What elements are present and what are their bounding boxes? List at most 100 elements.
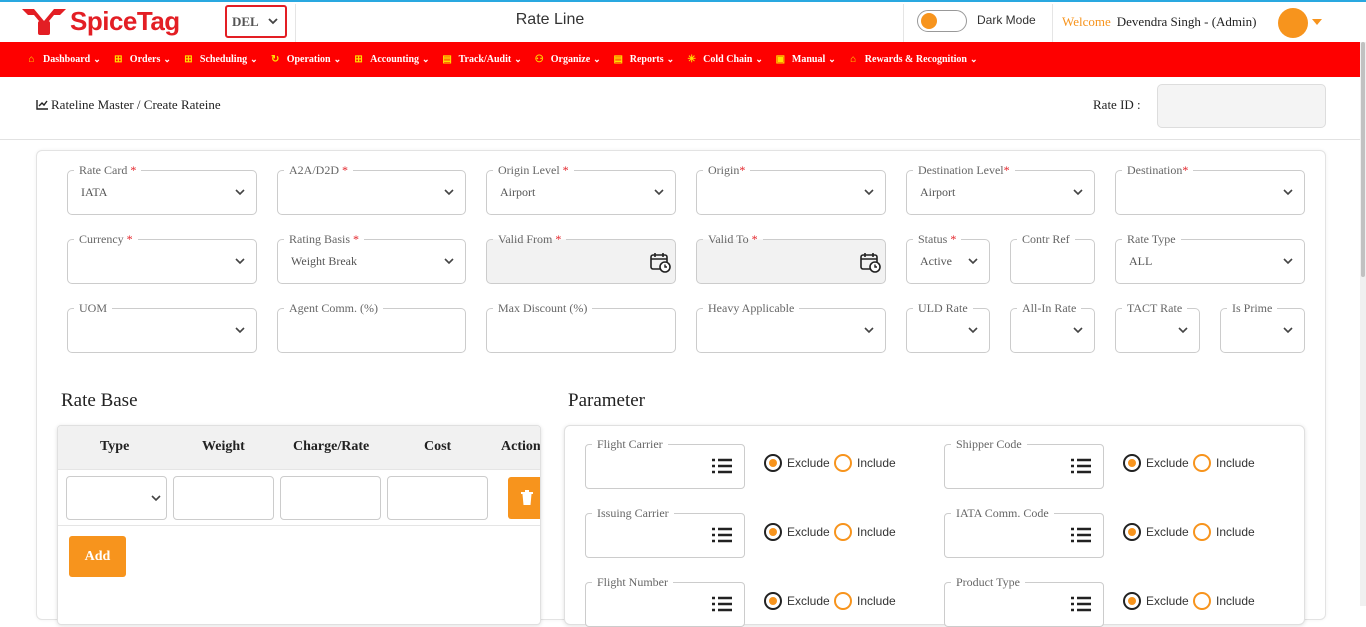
column-header-type: Type [100, 439, 130, 454]
avatar[interactable] [1278, 8, 1308, 38]
rate-card-select[interactable]: Rate Card * IATA [67, 163, 257, 215]
rate-base-title: Rate Base [61, 390, 138, 411]
is-prime-select[interactable]: Is Prime [1220, 301, 1305, 353]
valid-to-date[interactable]: Valid To * [696, 232, 886, 284]
product-type-field[interactable]: Product Type [944, 575, 1104, 627]
field-label: Origin* [703, 163, 751, 178]
product-type-exclude-radio[interactable]: Exclude [1123, 592, 1189, 610]
field-label: TACT Rate [1122, 301, 1188, 316]
uld-rate-select[interactable]: ULD Rate [906, 301, 990, 353]
breadcrumb-bar: Rateline Master / Create Rateine Rate ID… [0, 77, 1366, 140]
list-icon[interactable] [1071, 458, 1091, 474]
nav-item-track-audit[interactable]: ▤ Track/Audit ⌄ [442, 54, 522, 65]
field-label: Product Type [951, 575, 1025, 590]
nav-item-rewards[interactable]: ⌂ Rewards & Recognition ⌄ [848, 54, 977, 65]
flight-carrier-exclude-radio[interactable]: Exclude [764, 454, 830, 472]
heavy-applicable-select[interactable]: Heavy Applicable [696, 301, 886, 353]
field-label: Agent Comm. (%) [284, 301, 383, 316]
list-icon[interactable] [712, 458, 732, 474]
station-value: DEL [232, 13, 259, 29]
valid-from-date[interactable]: Valid From * [486, 232, 676, 284]
nav-item-cold-chain[interactable]: ✳ Cold Chain ⌄ [686, 54, 762, 65]
weight-input[interactable] [173, 476, 274, 520]
nav-item-manual[interactable]: ▣ Manual ⌄ [775, 54, 836, 65]
file-icon: ▤ [442, 54, 452, 65]
calendar-clock-icon[interactable] [649, 251, 671, 273]
origin-level-value: Airport [500, 185, 536, 199]
list-icon[interactable] [1071, 527, 1091, 543]
flight-number-include-radio[interactable]: Include [834, 592, 896, 610]
nav-item-organize[interactable]: ⚇ Organize ⌄ [534, 54, 601, 65]
issuing-carrier-field[interactable]: Issuing Carrier [585, 506, 745, 558]
issuing-carrier-include-radio[interactable]: Include [834, 523, 896, 541]
tact-rate-select[interactable]: TACT Rate [1115, 301, 1200, 353]
dark-mode-toggle[interactable] [917, 10, 967, 32]
flight-number-exclude-radio[interactable]: Exclude [764, 592, 830, 610]
add-row-button[interactable]: Add [69, 536, 126, 577]
issuing-carrier-exclude-radio[interactable]: Exclude [764, 523, 830, 541]
origin-select[interactable]: Origin* [696, 163, 886, 215]
origin-level-select[interactable]: Origin Level * Airport [486, 163, 676, 215]
home-icon: ⌂ [850, 54, 857, 65]
nav-item-operation[interactable]: ↻ Operation ⌄ [270, 54, 341, 65]
chevron-down-icon [151, 495, 161, 502]
list-icon[interactable] [712, 527, 732, 543]
iata-comm-code-field[interactable]: IATA Comm. Code [944, 506, 1104, 558]
agent-comm-input[interactable]: Agent Comm. (%) [277, 301, 466, 353]
nav-item-scheduling[interactable]: ⊞ Scheduling ⌄ [183, 54, 258, 65]
chevron-down-icon [968, 258, 978, 265]
delete-row-button[interactable] [508, 477, 540, 519]
list-icon[interactable] [712, 596, 732, 612]
shipper-code-exclude-radio[interactable]: Exclude [1123, 454, 1189, 472]
nav-label: Manual [791, 54, 826, 65]
rate-id-field [1157, 84, 1326, 128]
nav-item-reports[interactable]: ▤ Reports ⌄ [613, 54, 674, 65]
rating-basis-value: Weight Break [291, 254, 358, 268]
flight-number-field[interactable]: Flight Number [585, 575, 745, 627]
field-label: Rate Card * [74, 163, 142, 178]
cost-input[interactable] [387, 476, 488, 520]
trash-icon [521, 490, 533, 505]
scrollbar-thumb[interactable] [1361, 42, 1365, 277]
rate-type-select[interactable]: Rate Type ALL [1115, 232, 1305, 284]
chevron-down-icon: ⌄ [422, 54, 430, 64]
nav-item-orders[interactable]: ⊞ Orders ⌄ [113, 54, 171, 65]
flight-carrier-include-radio[interactable]: Include [834, 454, 896, 472]
currency-select[interactable]: Currency * [67, 232, 257, 284]
type-select[interactable] [66, 476, 167, 520]
flight-carrier-field[interactable]: Flight Carrier [585, 437, 745, 489]
field-label: Max Discount (%) [493, 301, 593, 316]
destination-select[interactable]: Destination* [1115, 163, 1305, 215]
page-scrollbar[interactable] [1360, 42, 1366, 606]
user-menu-chevron-icon[interactable] [1312, 19, 1322, 25]
max-discount-input[interactable]: Max Discount (%) [486, 301, 676, 353]
logo[interactable]: SpiceTag [20, 5, 180, 37]
rating-basis-select[interactable]: Rating Basis * Weight Break [277, 232, 466, 284]
a2a-d2d-select[interactable]: A2A/D2D * [277, 163, 466, 215]
breadcrumb-text: Rateline Master / Create Rateine [51, 97, 221, 112]
product-type-include-radio[interactable]: Include [1193, 592, 1255, 610]
shipper-code-include-radio[interactable]: Include [1193, 454, 1255, 472]
chevron-down-icon [235, 258, 245, 265]
charge-rate-input[interactable] [280, 476, 381, 520]
destination-level-value: Airport [920, 185, 956, 199]
logo-icon [22, 9, 66, 35]
nav-item-dashboard[interactable]: ⌂ Dashboard ⌄ [26, 54, 100, 65]
breadcrumb: Rateline Master / Create Rateine [36, 97, 221, 113]
divider [903, 4, 904, 42]
list-icon[interactable] [1071, 596, 1091, 612]
status-select[interactable]: Status * Active [906, 232, 990, 284]
shipper-code-field[interactable]: Shipper Code [944, 437, 1104, 489]
nav-item-accounting[interactable]: ⊞ Accounting ⌄ [353, 54, 429, 65]
contr-ref-input[interactable]: Contr Ref [1010, 232, 1095, 284]
all-in-rate-select[interactable]: All-In Rate [1010, 301, 1095, 353]
calendar-clock-icon[interactable] [859, 251, 881, 273]
destination-level-select[interactable]: Destination Level* Airport [906, 163, 1095, 215]
uom-select[interactable]: UOM [67, 301, 257, 353]
iata-comm-code-exclude-radio[interactable]: Exclude [1123, 523, 1189, 541]
station-select[interactable]: DEL [225, 5, 287, 38]
radio-unselected-icon [834, 454, 852, 472]
chevron-down-icon: ⌄ [514, 54, 522, 64]
iata-comm-code-include-radio[interactable]: Include [1193, 523, 1255, 541]
radio-label: Include [1216, 456, 1255, 470]
